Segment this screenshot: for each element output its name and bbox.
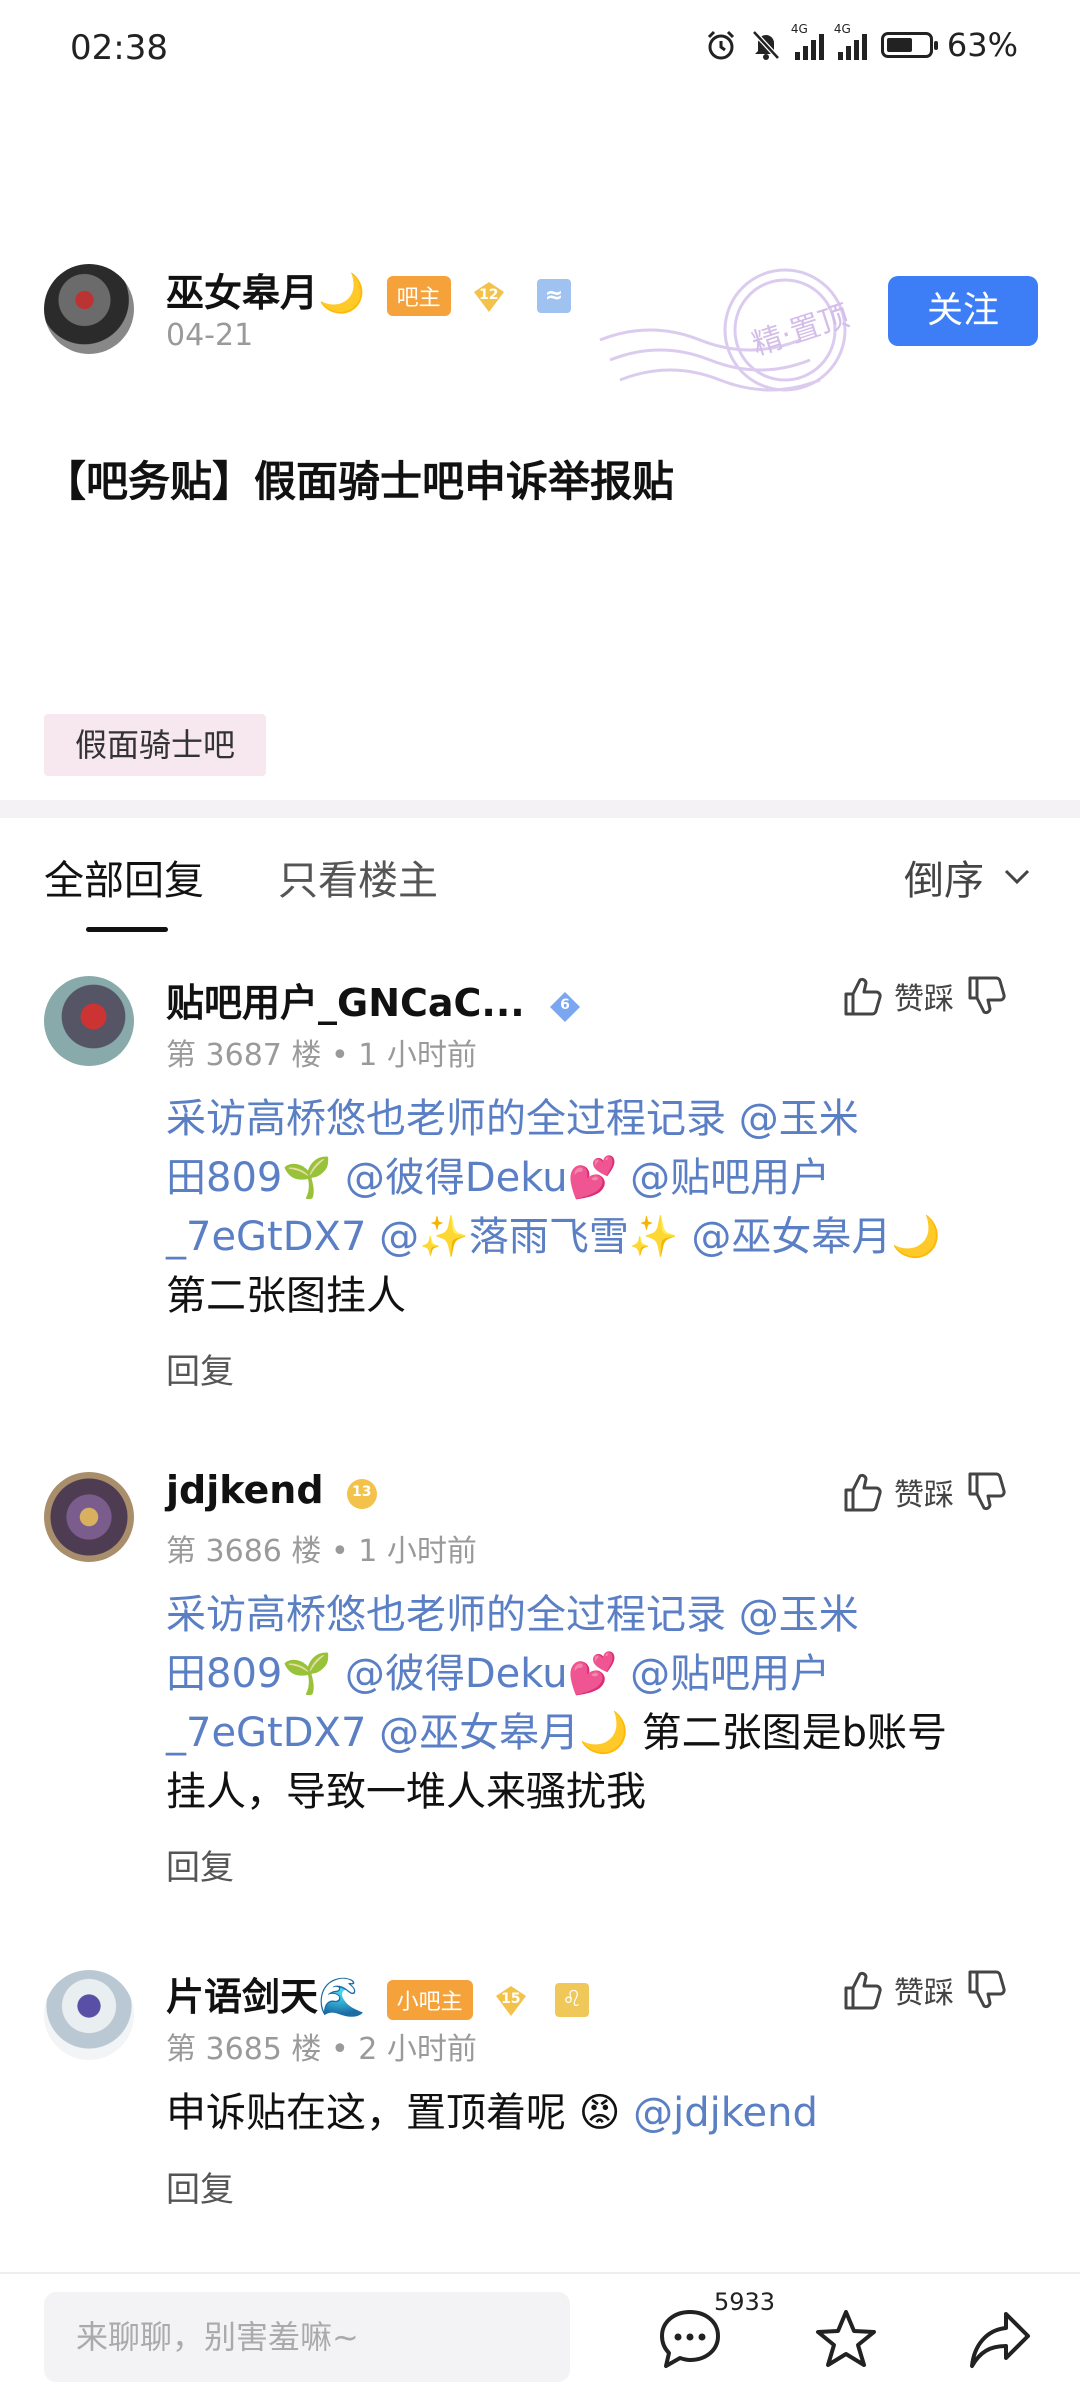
share-icon[interactable] <box>966 2308 1034 2372</box>
mention-line[interactable]: 田809🌱 @彼得Deku💕 @贴吧用户 <box>166 1149 1046 1208</box>
reply-author-row[interactable]: jdjkend 13 <box>166 1468 379 1512</box>
reply-avatar[interactable] <box>44 1472 134 1562</box>
reply-author-name[interactable]: 片语剑天🌊 <box>166 1975 365 2019</box>
follow-button[interactable]: 关注 <box>888 276 1038 346</box>
author-name[interactable]: 巫女皋月🌙 <box>166 271 365 315</box>
alarm-icon <box>707 30 734 60</box>
reply-avatar[interactable] <box>44 976 134 1066</box>
reply-author-name[interactable]: 贴吧用户_GNCaC... <box>166 981 525 1025</box>
level-badge: 12 <box>472 279 506 313</box>
reply-text: 申诉贴在这，置顶着呢 <box>166 2090 566 2136</box>
reply-button[interactable]: 回复 <box>166 1344 234 1393</box>
mention-line[interactable]: _7eGtDX7 @巫女皋月🌙 <box>166 1710 629 1756</box>
role-badge: 吧主 <box>386 275 451 316</box>
reply-author-row[interactable]: 片语剑天🌊 小吧主 15 ♌ <box>166 1966 590 2021</box>
level-badge: 13 <box>345 1476 379 1510</box>
tab-all-replies[interactable]: 全部回复 <box>44 848 204 906</box>
reply-button[interactable]: 回复 <box>166 2162 234 2211</box>
post-date: 04-21 <box>166 318 254 353</box>
mention-line[interactable]: 采访高桥悠也老师的全过程记录 @玉米 <box>166 1090 1046 1149</box>
comment-icon[interactable] <box>656 2306 724 2374</box>
vote-control[interactable]: 赞踩 <box>840 974 1008 1018</box>
reply-button[interactable]: 回复 <box>166 1840 234 1889</box>
author-name-row[interactable]: 巫女皋月🌙 吧主 12 ≈ <box>166 262 572 317</box>
reply-content: 申诉贴在这，置顶着呢 😡 @jdjkend <box>166 2084 1046 2143</box>
reply-content: 采访高桥悠也老师的全过程记录 @玉米 田809🌱 @彼得Deku💕 @贴吧用户 … <box>166 1090 1046 1326</box>
aquarius-icon: ≈ <box>537 278 572 313</box>
leo-icon: ♌ <box>555 1982 590 2017</box>
level-badge: 6 <box>548 989 582 1023</box>
thumbs-down-icon[interactable] <box>964 1968 1008 2012</box>
vote-control[interactable]: 赞踩 <box>840 1470 1008 1514</box>
star-icon[interactable] <box>812 2306 880 2374</box>
post-title: 【吧务贴】假面骑士吧申诉举报贴 <box>44 457 675 506</box>
vote-control[interactable]: 赞踩 <box>840 1968 1008 2012</box>
vote-label: 赞踩 <box>894 1976 954 2011</box>
reply-meta: 第 3687 楼 • 1 小时前 <box>166 1038 477 1073</box>
tab-op-only[interactable]: 只看楼主 <box>278 848 438 906</box>
sort-dropdown[interactable]: 倒序 <box>904 848 1030 906</box>
chevron-down-icon <box>1004 869 1030 885</box>
mute-bell-icon <box>752 30 780 60</box>
reply-text: 第二张图是b账号 <box>628 1710 948 1756</box>
section-divider <box>0 800 1080 818</box>
pinned-stamp-icon: 精·置顶 <box>599 268 853 392</box>
status-icons: 4G 4G 63% <box>705 22 1018 64</box>
status-bar: 02:38 4G 4G 63% <box>0 0 1080 100</box>
sort-label: 倒序 <box>904 858 984 904</box>
thumbs-up-icon[interactable] <box>840 1968 884 2012</box>
mention-link[interactable]: @jdjkend <box>633 2090 818 2136</box>
reply-content: 采访高桥悠也老师的全过程记录 @玉米 田809🌱 @彼得Deku💕 @贴吧用户 … <box>166 1586 1046 1822</box>
forum-tag[interactable]: 假面骑士吧 <box>44 714 266 776</box>
comment-input[interactable]: 来聊聊，别害羞嘛~ <box>44 2292 570 2382</box>
reply-author-row[interactable]: 贴吧用户_GNCaC... 6 <box>166 972 582 1027</box>
signal-2-icon: 4G <box>834 22 867 60</box>
vote-label: 赞踩 <box>894 982 954 1017</box>
vote-label: 赞踩 <box>894 1478 954 1513</box>
reply-meta: 第 3686 楼 • 1 小时前 <box>166 1534 477 1569</box>
status-time: 02:38 <box>70 28 168 68</box>
role-badge: 小吧主 <box>386 1979 473 2020</box>
angry-emoji-icon: 😡 <box>578 2090 621 2136</box>
mention-line[interactable]: 采访高桥悠也老师的全过程记录 @玉米 <box>166 1586 1046 1645</box>
reply-author-name[interactable]: jdjkend <box>166 1468 324 1512</box>
signal-1-icon: 4G <box>791 22 824 60</box>
active-tab-indicator <box>86 927 168 932</box>
level-badge: 15 <box>494 1983 528 2017</box>
author-avatar[interactable] <box>44 264 134 354</box>
battery-percent: 63% <box>946 26 1018 64</box>
reply-text: 挂人，导致一堆人来骚扰我 <box>166 1769 646 1815</box>
bottom-bar: 来聊聊，别害羞嘛~ 5933 <box>0 2272 1080 2402</box>
reply-text: 第二张图挂人 <box>166 1273 406 1319</box>
reply-meta: 第 3685 楼 • 2 小时前 <box>166 2032 477 2067</box>
thumbs-up-icon[interactable] <box>840 1470 884 1514</box>
battery-icon <box>880 32 938 58</box>
svg-text:精·置顶: 精·置顶 <box>748 299 853 363</box>
mixed-line: _7eGtDX7 @巫女皋月🌙 第二张图是b账号 <box>166 1704 1046 1763</box>
thumbs-down-icon[interactable] <box>964 1470 1008 1514</box>
mention-line[interactable]: 田809🌱 @彼得Deku💕 @贴吧用户 <box>166 1645 1046 1704</box>
mention-line[interactable]: _7eGtDX7 @✨落雨飞雪✨ @巫女皋月🌙 <box>166 1208 1046 1267</box>
thumbs-down-icon[interactable] <box>964 974 1008 1018</box>
reply-avatar[interactable] <box>44 1970 134 2060</box>
thumbs-up-icon[interactable] <box>840 974 884 1018</box>
